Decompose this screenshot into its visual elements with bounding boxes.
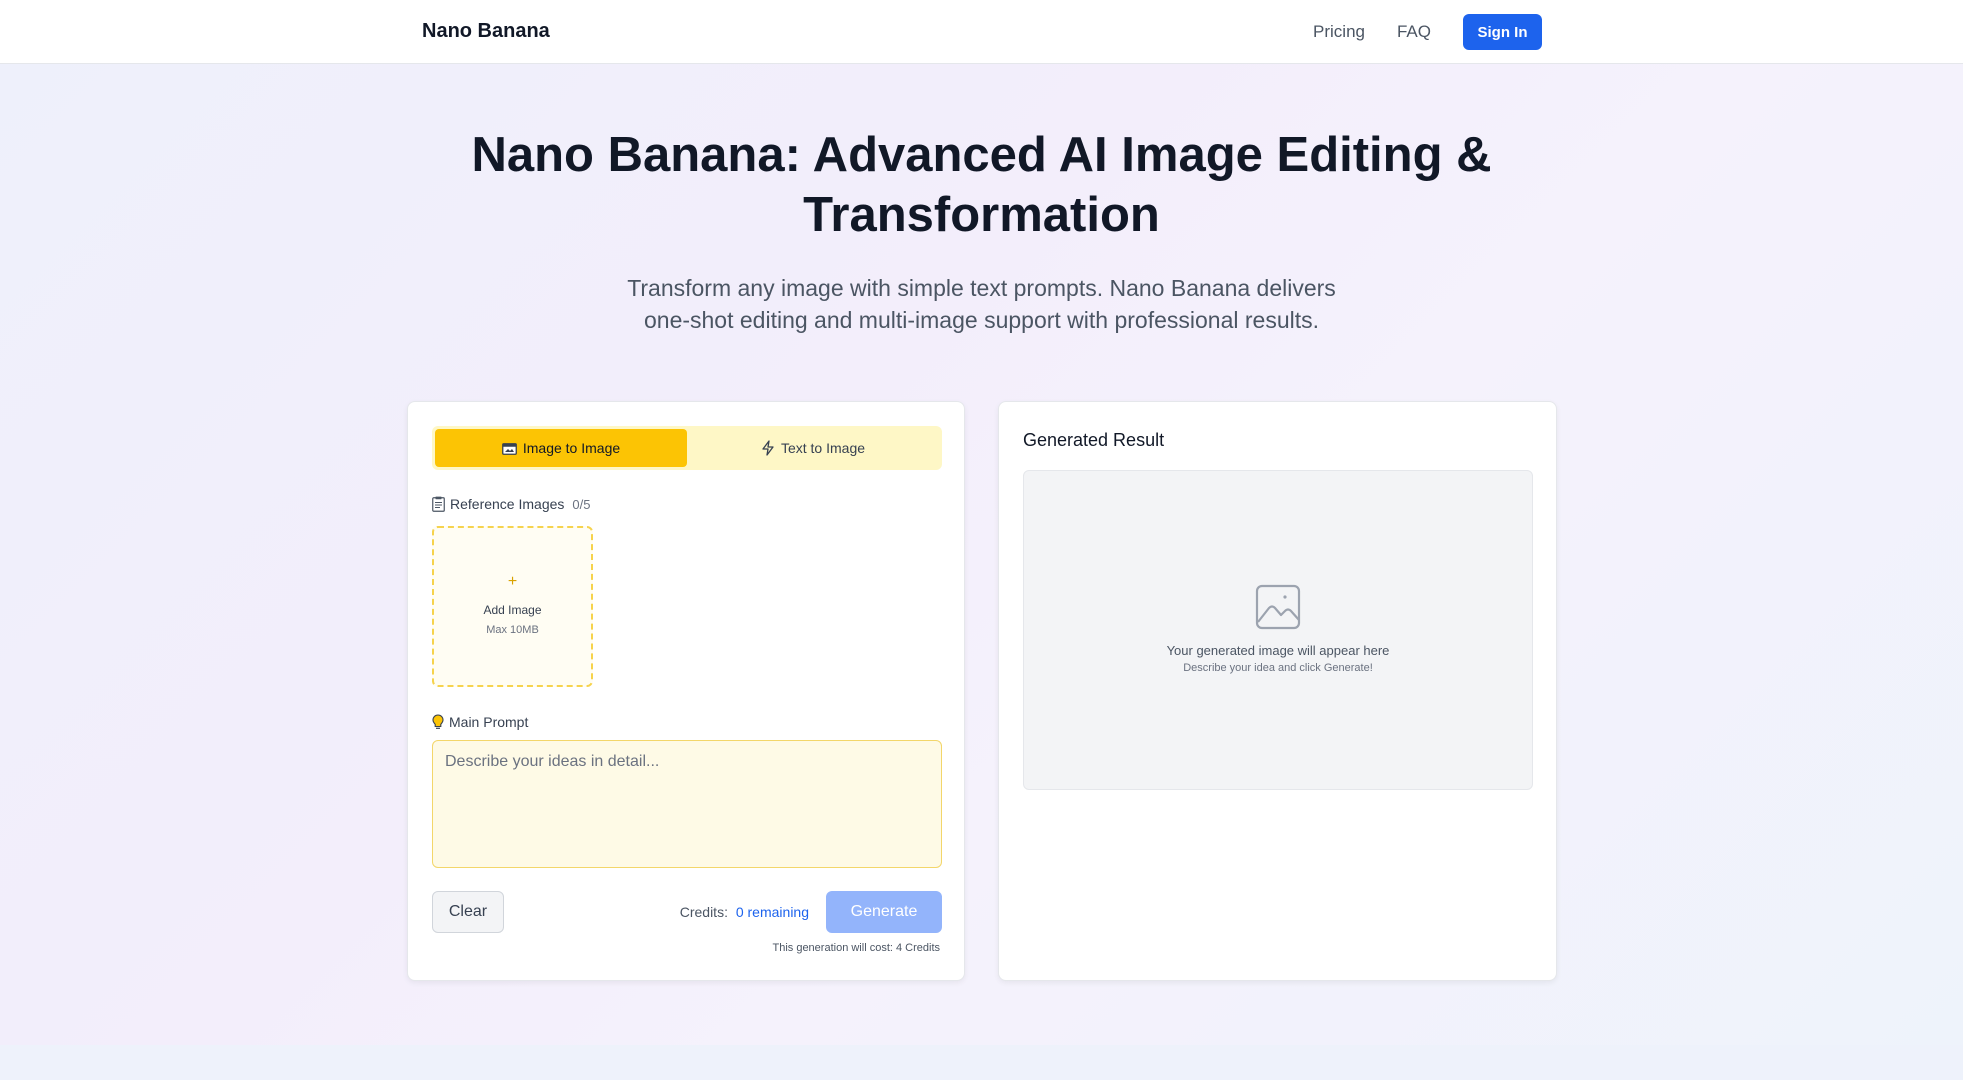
clear-button[interactable]: Clear (432, 891, 504, 933)
editor-card: Image to Image Text to Image Reference I… (407, 401, 965, 981)
sign-in-button[interactable]: Sign In (1463, 14, 1542, 50)
main-prompt-text: Main Prompt (449, 714, 529, 730)
top-navbar: Nano Banana Pricing FAQ Sign In (0, 0, 1963, 64)
generate-button[interactable]: Generate (826, 891, 942, 933)
lightbulb-icon (432, 714, 444, 730)
image-placeholder-icon (1255, 584, 1301, 630)
result-placeholder-hint: Describe your idea and click Generate! (1183, 662, 1373, 674)
brand-logo[interactable]: Nano Banana (422, 20, 550, 43)
nav-link-pricing[interactable]: Pricing (1313, 22, 1365, 42)
add-image-dropzone[interactable]: + Add Image Max 10MB (432, 526, 593, 687)
bottom-section-band (0, 1045, 1963, 1080)
generation-cost-note: This generation will cost: 4 Credits (772, 942, 940, 954)
hero-subtitle: Transform any image with simple text pro… (0, 272, 1963, 336)
nav-link-faq[interactable]: FAQ (1397, 22, 1431, 42)
result-title: Generated Result (1023, 430, 1165, 450)
hero-title-line-2: Transformation (803, 188, 1160, 242)
clipboard-icon (432, 496, 445, 512)
tab-image-to-image[interactable]: Image to Image (435, 429, 687, 467)
hero-title: Nano Banana: Advanced AI Image Editing &… (0, 125, 1963, 245)
tab-text-to-image-label: Text to Image (780, 440, 866, 456)
tab-text-to-image[interactable]: Text to Image (687, 429, 939, 467)
credits-remaining-link[interactable]: 0 remaining (736, 904, 809, 920)
hero-subtitle-line-2: one-shot editing and multi-image support… (643, 307, 1320, 333)
credits-label: Credits: (679, 904, 728, 920)
nav-links: Pricing FAQ Sign In (1313, 14, 1542, 50)
image-icon (501, 442, 517, 455)
reference-images-label: Reference Images 0/5 (432, 496, 590, 512)
main-prompt-label: Main Prompt (432, 714, 528, 730)
max-size-label: Max 10MB (486, 623, 539, 636)
hero-title-line-1: Nano Banana: Advanced AI Image Editing & (471, 128, 1492, 182)
hero-subtitle-line-1: Transform any image with simple text pro… (627, 275, 1336, 301)
result-placeholder-text: Your generated image will appear here (1166, 643, 1390, 658)
mode-tabs: Image to Image Text to Image (432, 426, 942, 470)
result-placeholder: Your generated image will appear here De… (1023, 470, 1533, 790)
tab-image-to-image-label: Image to Image (522, 440, 621, 456)
reference-images-text: Reference Images (450, 496, 565, 512)
result-card: Generated Result Your generated image wi… (998, 401, 1557, 981)
reference-images-count: 0/5 (572, 496, 591, 512)
main-prompt-input[interactable] (432, 740, 942, 868)
plus-icon: + (507, 572, 518, 590)
credits-display: Credits: 0 remaining (680, 904, 809, 920)
add-image-label: Add Image (483, 602, 542, 617)
lightning-icon (761, 440, 775, 456)
